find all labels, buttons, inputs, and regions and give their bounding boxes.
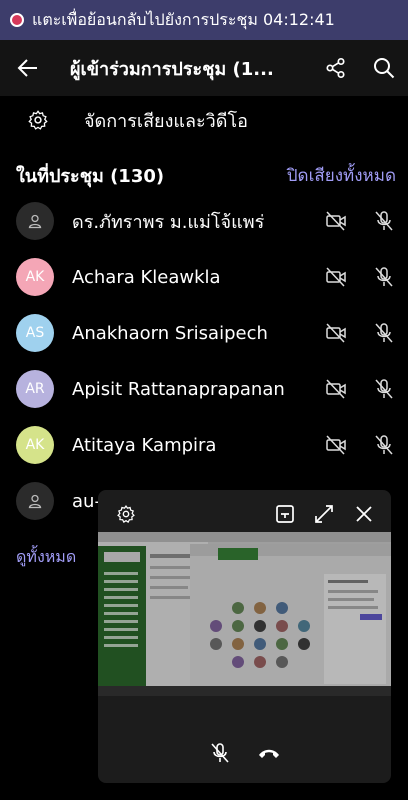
mic-off-icon <box>375 211 393 231</box>
camera-off-status <box>312 379 360 399</box>
camera-off-icon <box>326 435 346 455</box>
shared-screen-image <box>98 532 391 696</box>
manage-audio-video-label: จัดการเสียงและวิดีโอ <box>84 110 248 132</box>
pip-mute-button[interactable] <box>210 742 230 768</box>
pip-settings-button[interactable] <box>114 502 138 526</box>
avatar <box>16 202 54 240</box>
mic-off-icon <box>375 267 393 287</box>
participant-name: Anakhaorn Srisaipech <box>72 322 268 344</box>
mic-off-status <box>360 210 408 232</box>
participant-row[interactable]: AK Achara Kleawkla <box>0 249 408 305</box>
avatar: AS <box>16 314 54 352</box>
recording-indicator-icon <box>10 13 24 27</box>
participant-row[interactable]: ดร.ภัทราพร ม.แม่โจ้แพร่ <box>0 193 408 249</box>
close-icon <box>356 506 372 522</box>
participant-row[interactable]: AK Atitaya Kampira <box>0 417 408 473</box>
camera-off-icon <box>326 323 346 343</box>
meeting-pip-window[interactable] <box>98 490 391 783</box>
hang-up-icon <box>258 749 279 758</box>
view-all-link[interactable]: ดูทั้งหมด <box>16 545 76 570</box>
share-button[interactable] <box>312 40 360 96</box>
avatar: AK <box>16 258 54 296</box>
shared-screen-preview <box>98 532 391 696</box>
mic-off-status <box>360 378 408 400</box>
in-meeting-count: ในที่ประชุม (130) <box>16 165 165 187</box>
pip-expand-button[interactable] <box>312 502 336 526</box>
pip-close-button[interactable] <box>352 502 376 526</box>
camera-off-status <box>312 435 360 455</box>
return-to-meeting-banner[interactable]: แตะเพื่อย้อนกลับไปยังการประชุม 04:12:41 <box>0 0 408 40</box>
avatar: AR <box>16 370 54 408</box>
mic-off-status <box>360 322 408 344</box>
back-arrow-icon <box>17 59 37 77</box>
mic-off-icon <box>375 323 393 343</box>
in-meeting-section-header: ในที่ประชุม (130) ปิดเสียงทั้งหมด <box>0 158 408 192</box>
person-icon <box>28 214 42 229</box>
mic-off-icon <box>375 379 393 399</box>
participant-row[interactable]: AR Apisit Rattanaprapanan <box>0 361 408 417</box>
page-title: ผู้เข้าร่วมการประชุม (1... <box>70 58 274 80</box>
avatar: AK <box>16 426 54 464</box>
manage-audio-video-row[interactable]: จัดการเสียงและวิดีโอ <box>0 96 408 144</box>
mic-off-icon <box>375 435 393 455</box>
person-icon <box>28 494 42 509</box>
pip-call-controls <box>98 727 391 783</box>
camera-off-status <box>312 211 360 231</box>
pip-toolbar <box>98 490 391 538</box>
banner-text: แตะเพื่อย้อนกลับไปยังการประชุม 04:12:41 <box>32 9 335 29</box>
mic-off-status <box>360 434 408 456</box>
mic-off-status <box>360 266 408 288</box>
avatar <box>16 482 54 520</box>
camera-off-status <box>312 323 360 343</box>
search-button[interactable] <box>360 40 408 96</box>
camera-off-icon <box>326 267 346 287</box>
expand-icon <box>315 505 333 523</box>
gear-icon <box>117 505 135 523</box>
header-bar: ผู้เข้าร่วมการประชุม (1... <box>0 40 408 96</box>
camera-off-icon <box>326 211 346 231</box>
back-button[interactable] <box>0 40 56 96</box>
pip-layout-button[interactable] <box>273 502 297 526</box>
share-icon <box>326 57 345 79</box>
search-icon <box>374 58 395 79</box>
participant-name: Atitaya Kampira <box>72 434 217 456</box>
participant-name: ดร.ภัทราพร ม.แม่โจ้แพร่ <box>72 211 265 233</box>
pip-hang-up-button[interactable] <box>258 746 280 765</box>
mic-off-icon <box>210 743 229 763</box>
window-layout-icon <box>276 505 294 523</box>
participant-name: Achara Kleawkla <box>72 266 221 288</box>
participant-row[interactable]: AS Anakhaorn Srisaipech <box>0 305 408 361</box>
participant-name: Apisit Rattanaprapanan <box>72 378 285 400</box>
mute-all-button[interactable]: ปิดเสียงทั้งหมด <box>287 162 396 189</box>
camera-off-status <box>312 267 360 287</box>
gear-icon <box>28 110 48 130</box>
camera-off-icon <box>326 379 346 399</box>
